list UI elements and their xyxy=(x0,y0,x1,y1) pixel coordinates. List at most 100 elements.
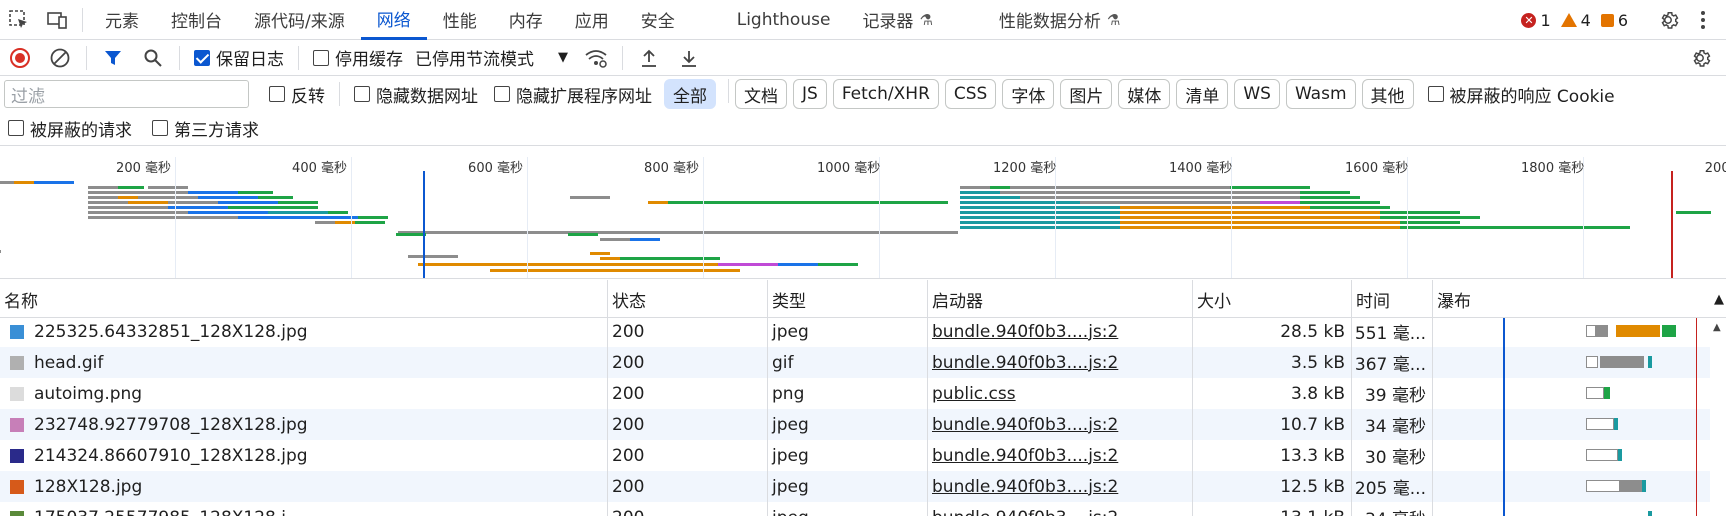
table-row[interactable]: 214324.86607910_128X128.jpg 200 jpeg bundle… xyxy=(0,440,1710,471)
tab-7[interactable]: 安全 xyxy=(625,0,691,40)
third-party-checkbox[interactable]: 第三方请求 xyxy=(144,116,267,141)
clear-button[interactable] xyxy=(40,40,80,76)
table-row[interactable]: 175037.25577985_128X128.j... 200 jpeg bundl… xyxy=(0,502,1710,516)
size-value: 12.5 kB xyxy=(1280,476,1345,497)
invert-checkbox[interactable]: 反转 xyxy=(261,82,333,107)
stop-recording-button[interactable] xyxy=(0,40,40,76)
tab-0[interactable]: 元素 xyxy=(89,0,155,40)
type-filter-4[interactable]: CSS xyxy=(944,79,997,109)
column-time[interactable]: 时间 xyxy=(1352,280,1433,318)
preserve-log-checkbox[interactable]: 保留日志 xyxy=(186,45,292,70)
tab-3[interactable]: 网络 xyxy=(360,0,427,40)
overview-bar xyxy=(0,250,1,253)
initiator-value[interactable]: bundle.940f0b3....js:2 xyxy=(932,508,1118,516)
checkbox-checked-icon xyxy=(194,49,210,66)
initiator-value[interactable]: bundle.940f0b3....js:2 xyxy=(932,322,1118,342)
column-status[interactable]: 状态 xyxy=(608,280,768,318)
status-value: 200 xyxy=(612,476,645,497)
throttling-select[interactable]: 已停用节流模式 ▼ xyxy=(411,45,576,70)
column-type[interactable]: 类型 xyxy=(768,280,928,318)
type-filter-3[interactable]: Fetch/XHR xyxy=(832,79,939,109)
overview-bar xyxy=(648,201,948,204)
tab-8[interactable]: Lighthouse xyxy=(721,0,847,40)
request-list: 225325.64332851_128X128.jpg 200 jpeg bundle… xyxy=(0,318,1726,516)
initiator-value[interactable]: bundle.940f0b3....js:2 xyxy=(932,446,1118,466)
tab-1[interactable]: 控制台 xyxy=(155,0,238,40)
cell-initiator[interactable]: bundle.940f0b3....js:2 xyxy=(928,318,1193,347)
cell-initiator[interactable]: bundle.940f0b3....js:2 xyxy=(928,440,1193,471)
cell-initiator[interactable]: bundle.940f0b3....js:2 xyxy=(928,409,1193,440)
search-button[interactable] xyxy=(133,40,173,76)
cell-initiator[interactable]: bundle.940f0b3....js:2 xyxy=(928,347,1193,378)
device-toolbar-icon[interactable] xyxy=(38,0,76,40)
issue-counters[interactable]: ✕ 1 4 6 xyxy=(1521,0,1628,40)
throttling-value: 已停用节流模式 xyxy=(415,50,534,70)
table-row[interactable]: 128X128.jpg 200 jpeg bundle.940f0b3....js:2… xyxy=(0,471,1710,502)
table-row[interactable]: head.gif 200 gif bundle.940f0b3....js:2 3.5 … xyxy=(0,347,1710,378)
hide-data-urls-checkbox[interactable]: 隐藏数据网址 xyxy=(346,82,486,107)
error-count[interactable]: ✕ 1 xyxy=(1521,11,1551,30)
more-options-icon[interactable] xyxy=(1688,0,1718,40)
tab-5[interactable]: 内存 xyxy=(493,0,559,40)
type-filter-6[interactable]: 图片 xyxy=(1060,79,1113,109)
scroll-up-icon[interactable]: ▲ xyxy=(1713,322,1721,333)
type-filter-5[interactable]: 字体 xyxy=(1002,79,1055,109)
status-value: 200 xyxy=(612,508,644,516)
inspect-element-icon[interactable] xyxy=(0,0,38,40)
column-initiator[interactable]: 启动器 xyxy=(928,280,1193,318)
type-filter-7[interactable]: 媒体 xyxy=(1118,79,1171,109)
tab-label: 元素 xyxy=(105,12,139,32)
scrollbar[interactable]: ▲ xyxy=(1710,318,1726,516)
tab-9[interactable]: 记录器 ⚗ xyxy=(846,0,948,40)
type-filter-2[interactable]: JS xyxy=(793,79,827,109)
cell-initiator[interactable]: bundle.940f0b3....js:2 xyxy=(928,471,1193,502)
filter-input[interactable]: 过滤 xyxy=(4,80,249,108)
overview-bar xyxy=(408,255,458,258)
column-waterfall[interactable]: 瀑布 ▲ xyxy=(1433,280,1726,318)
initiator-value[interactable]: bundle.940f0b3....js:2 xyxy=(932,353,1118,373)
cell-initiator[interactable]: bundle.940f0b3....js:2 xyxy=(928,502,1193,516)
experiment-flask-icon: ⚗ xyxy=(919,10,933,29)
tab-10[interactable]: 性能数据分析 ⚗ xyxy=(983,0,1136,40)
tab-6[interactable]: 应用 xyxy=(559,0,625,40)
type-filter-9[interactable]: WS xyxy=(1234,79,1280,109)
cell-initiator[interactable]: public.css xyxy=(928,378,1193,409)
type-filter-8[interactable]: 清单 xyxy=(1176,79,1229,109)
load-line xyxy=(1696,471,1697,502)
table-row[interactable]: autoimg.png 200 png public.css 3.8 kB 39 毫秒 xyxy=(0,378,1710,409)
initiator-value[interactable]: bundle.940f0b3....js:2 xyxy=(932,415,1118,435)
hide-extension-urls-checkbox[interactable]: 隐藏扩展程序网址 xyxy=(486,82,660,107)
import-har-button[interactable] xyxy=(629,40,669,76)
status-value: 200 xyxy=(612,383,645,404)
network-settings-button[interactable] xyxy=(1680,40,1720,76)
issue-count[interactable]: 6 xyxy=(1600,11,1628,30)
overview-bar xyxy=(630,238,660,241)
tab-4[interactable]: 性能 xyxy=(427,0,493,40)
table-row[interactable]: 225325.64332851_128X128.jpg 200 jpeg bundle… xyxy=(0,318,1710,347)
table-row[interactable]: 232748.92779708_128X128.jpg 200 jpeg bundle… xyxy=(0,409,1710,440)
overview-bar xyxy=(138,196,198,199)
export-har-button[interactable] xyxy=(669,40,709,76)
blocked-cookies-checkbox[interactable]: 被屏蔽的响应 Cookie xyxy=(1420,82,1623,107)
warning-count[interactable]: 4 xyxy=(1560,11,1591,30)
waterfall-bar xyxy=(1596,325,1608,337)
type-filter-0[interactable]: 全部 xyxy=(664,79,716,109)
column-name[interactable]: 名称 xyxy=(0,280,608,318)
network-overview-timeline[interactable]: 200 毫秒 400 毫秒 600 毫秒 800 毫秒 1000 毫秒 1200 毫秒 14… xyxy=(0,157,1726,279)
settings-gear-icon[interactable] xyxy=(1648,0,1688,40)
type-filter-11[interactable]: 其他 xyxy=(1361,79,1414,109)
type-filter-10[interactable]: Wasm xyxy=(1285,79,1356,109)
initiator-value[interactable]: public.css xyxy=(932,384,1016,404)
network-conditions-button[interactable] xyxy=(576,40,616,76)
overview-bar xyxy=(1230,186,1310,189)
dom-content-loaded-line xyxy=(1503,318,1505,347)
overview-tick-label: 200 毫秒 xyxy=(116,161,171,176)
column-size[interactable]: 大小 xyxy=(1193,280,1352,318)
overview-bar xyxy=(34,181,74,184)
disable-cache-checkbox[interactable]: 停用缓存 xyxy=(305,45,411,70)
initiator-value[interactable]: bundle.940f0b3....js:2 xyxy=(932,477,1118,497)
type-filter-1[interactable]: 文档 xyxy=(735,79,787,109)
filter-toggle-button[interactable] xyxy=(93,40,133,76)
tab-2[interactable]: 源代码/来源 xyxy=(238,0,361,40)
blocked-requests-checkbox[interactable]: 被屏蔽的请求 xyxy=(0,116,140,141)
